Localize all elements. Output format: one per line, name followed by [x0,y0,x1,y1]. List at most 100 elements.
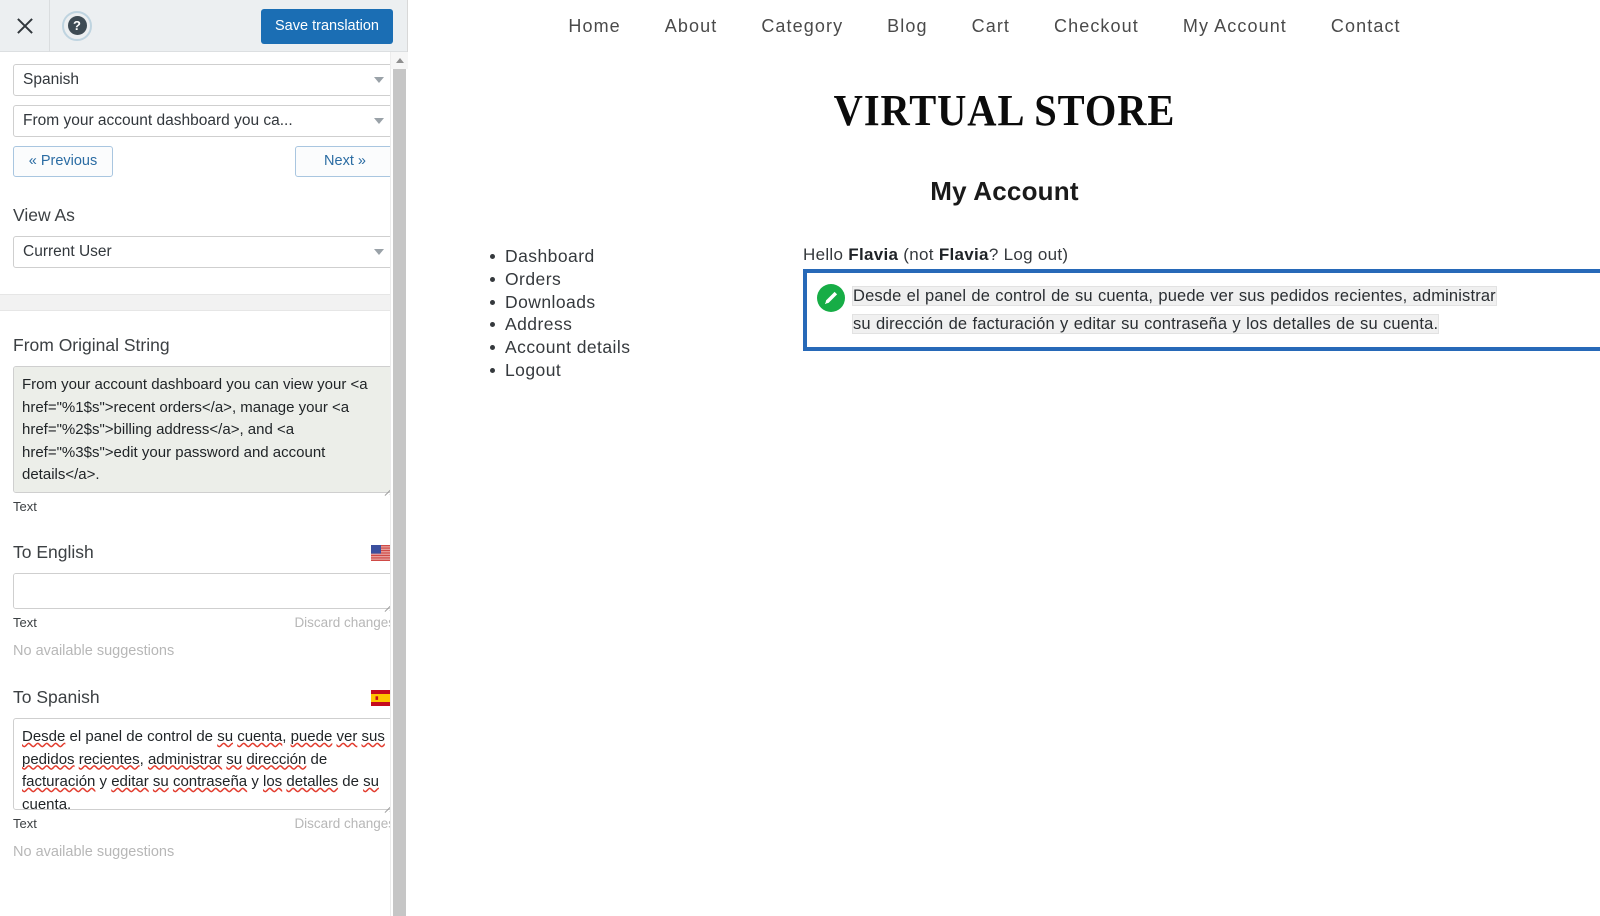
language-select-value: Spanish [23,71,80,88]
account-nav-item-dashboard[interactable]: Dashboard [489,245,630,268]
highlighted-string-text: Desde el panel de control de su cuenta, … [853,282,1597,338]
greeting-logout-prefix: ? [988,245,1004,264]
misspelled-word: cuenta [237,728,283,745]
nav-link-home[interactable]: Home [568,16,620,37]
language-select[interactable]: Spanish [13,64,395,96]
help-icon-ring: ? [62,10,92,41]
greeting-prefix: Hello [803,245,849,264]
nav-link-blog[interactable]: Blog [887,16,927,37]
misspelled-word: los [263,773,283,790]
string-select[interactable]: From your account dashboard you ca... [13,105,395,137]
highlight-line-1: Desde el panel de control de su cuenta, … [853,287,1496,305]
misspelled-word: facturación [22,773,96,790]
section-divider [0,294,408,311]
to-english-label: To English [13,542,94,562]
close-icon[interactable] [0,0,50,52]
greeting-line: Hello Flavia (not Flavia? Log out) [803,245,1593,265]
highlight-line-2: su dirección de facturación y editar su … [853,315,1439,333]
site-top-navigation: Home About Category Blog Cart Checkout My Acco… [409,0,1600,37]
greeting-username-2: Flavia [938,245,989,264]
misspelled-word: su [226,750,243,768]
spanish-discard-changes[interactable]: Discard changes [294,816,395,831]
pencil-edit-icon[interactable] [817,284,845,312]
misspelled-word: Desde [22,728,66,745]
view-as-select[interactable]: Current User [13,236,395,268]
scrollbar-track[interactable] [391,69,408,916]
account-navigation-list: Dashboard Orders Downloads Address Account d… [485,245,630,382]
spanish-type-label: Text [13,816,37,831]
misspelled-word: detalles [286,773,339,790]
sidebar-translation-section: From Original String Text To English [0,335,408,860]
misspelled-word: sus [361,728,385,745]
misspelled-word: ver [336,728,358,745]
nav-link-contact[interactable]: Contact [1331,16,1401,37]
spanish-suggestions: No available suggestions [13,844,175,860]
nav-link-checkout[interactable]: Checkout [1054,16,1139,37]
previous-button[interactable]: « Previous [13,146,113,177]
original-string-wrapper [13,366,395,493]
next-button[interactable]: Next » [295,146,395,177]
sidebar-content: Spanish From your account dashboard you … [0,52,408,268]
original-meta-row: Text [13,499,395,514]
original-string-label: From Original String [13,335,170,355]
english-meta-row: Text Discard changes [13,615,395,630]
spanish-translation-wrapper: Desde el panel de control de su cuenta, … [13,718,395,810]
chevron-down-icon [374,118,384,124]
scroll-up-arrow-icon[interactable] [391,52,408,69]
misspelled-word: su [363,773,379,790]
greeting-suffix: ) [1062,245,1069,264]
sidebar-scrollbar[interactable] [390,52,408,916]
account-main-column: Hello Flavia (not Flavia? Log out) Desde… [803,245,1600,351]
nav-link-cart[interactable]: Cart [972,16,1010,37]
account-nav-item-address[interactable]: Address [489,313,630,336]
string-select-value: From your account dashboard you ca... [23,112,293,129]
logout-link[interactable]: Log out [1004,245,1063,264]
scrollbar-thumb[interactable] [393,69,406,916]
spanish-translation-textarea[interactable]: Desde el panel de control de su cuenta, … [13,718,395,810]
greeting-middle: (not [898,245,939,264]
account-nav-item-logout[interactable]: Logout [489,359,630,382]
spanish-section-header: To Spanish [13,687,395,708]
nav-link-about[interactable]: About [665,16,718,37]
misspelled-word: administrar [147,750,223,768]
misspelled-word: contraseña [172,773,248,790]
sidebar-header: ? Save translation [0,0,407,52]
save-translation-button[interactable]: Save translation [261,9,393,44]
greeting-username: Flavia [848,245,899,264]
account-nav-item-orders[interactable]: Orders [489,268,630,291]
chevron-down-icon [374,249,384,255]
view-as-label: View As [13,205,75,225]
english-discard-changes[interactable]: Discard changes [294,615,395,630]
pagination-row: « Previous Next » [13,146,395,177]
translatable-string-highlight[interactable]: Desde el panel de control de su cuenta, … [803,269,1600,351]
original-string-textarea[interactable] [13,366,395,493]
english-section-header: To English [13,542,395,563]
account-nav-item-account-details[interactable]: Account details [489,336,630,359]
app-root: ? Save translation Spanish From your acc… [0,0,1600,916]
help-icon[interactable]: ? [50,0,104,52]
help-icon-glyph: ? [67,16,87,35]
misspelled-word: recientes [78,750,140,768]
misspelled-word: su [217,728,234,745]
misspelled-word: puede [290,728,333,745]
english-translation-textarea[interactable] [13,573,395,609]
account-nav-item-downloads[interactable]: Downloads [489,291,630,314]
english-suggestions: No available suggestions [13,643,175,659]
highlight-inner: Desde el panel de control de su cuenta, … [815,282,1597,338]
to-spanish-label: To Spanish [13,687,100,707]
english-type-label: Text [13,615,37,630]
misspelled-word: dirección [246,750,307,768]
spanish-meta-row: Text Discard changes [13,816,395,831]
chevron-down-icon [374,77,384,83]
misspelled-word: cuenta [22,795,68,810]
view-as-select-value: Current User [23,243,112,260]
store-logo-title: VIRTUAL STORE [833,86,1176,135]
misspelled-word: pedidos [22,750,75,768]
original-type-label: Text [13,499,37,514]
page-title: My Account [930,176,1079,206]
translation-sidebar: ? Save translation Spanish From your acc… [0,0,408,916]
nav-link-category[interactable]: Category [761,16,843,37]
sidebar-body: Spanish From your account dashboard you … [0,52,408,916]
english-translation-wrapper [13,573,395,609]
nav-link-my-account[interactable]: My Account [1183,16,1287,37]
